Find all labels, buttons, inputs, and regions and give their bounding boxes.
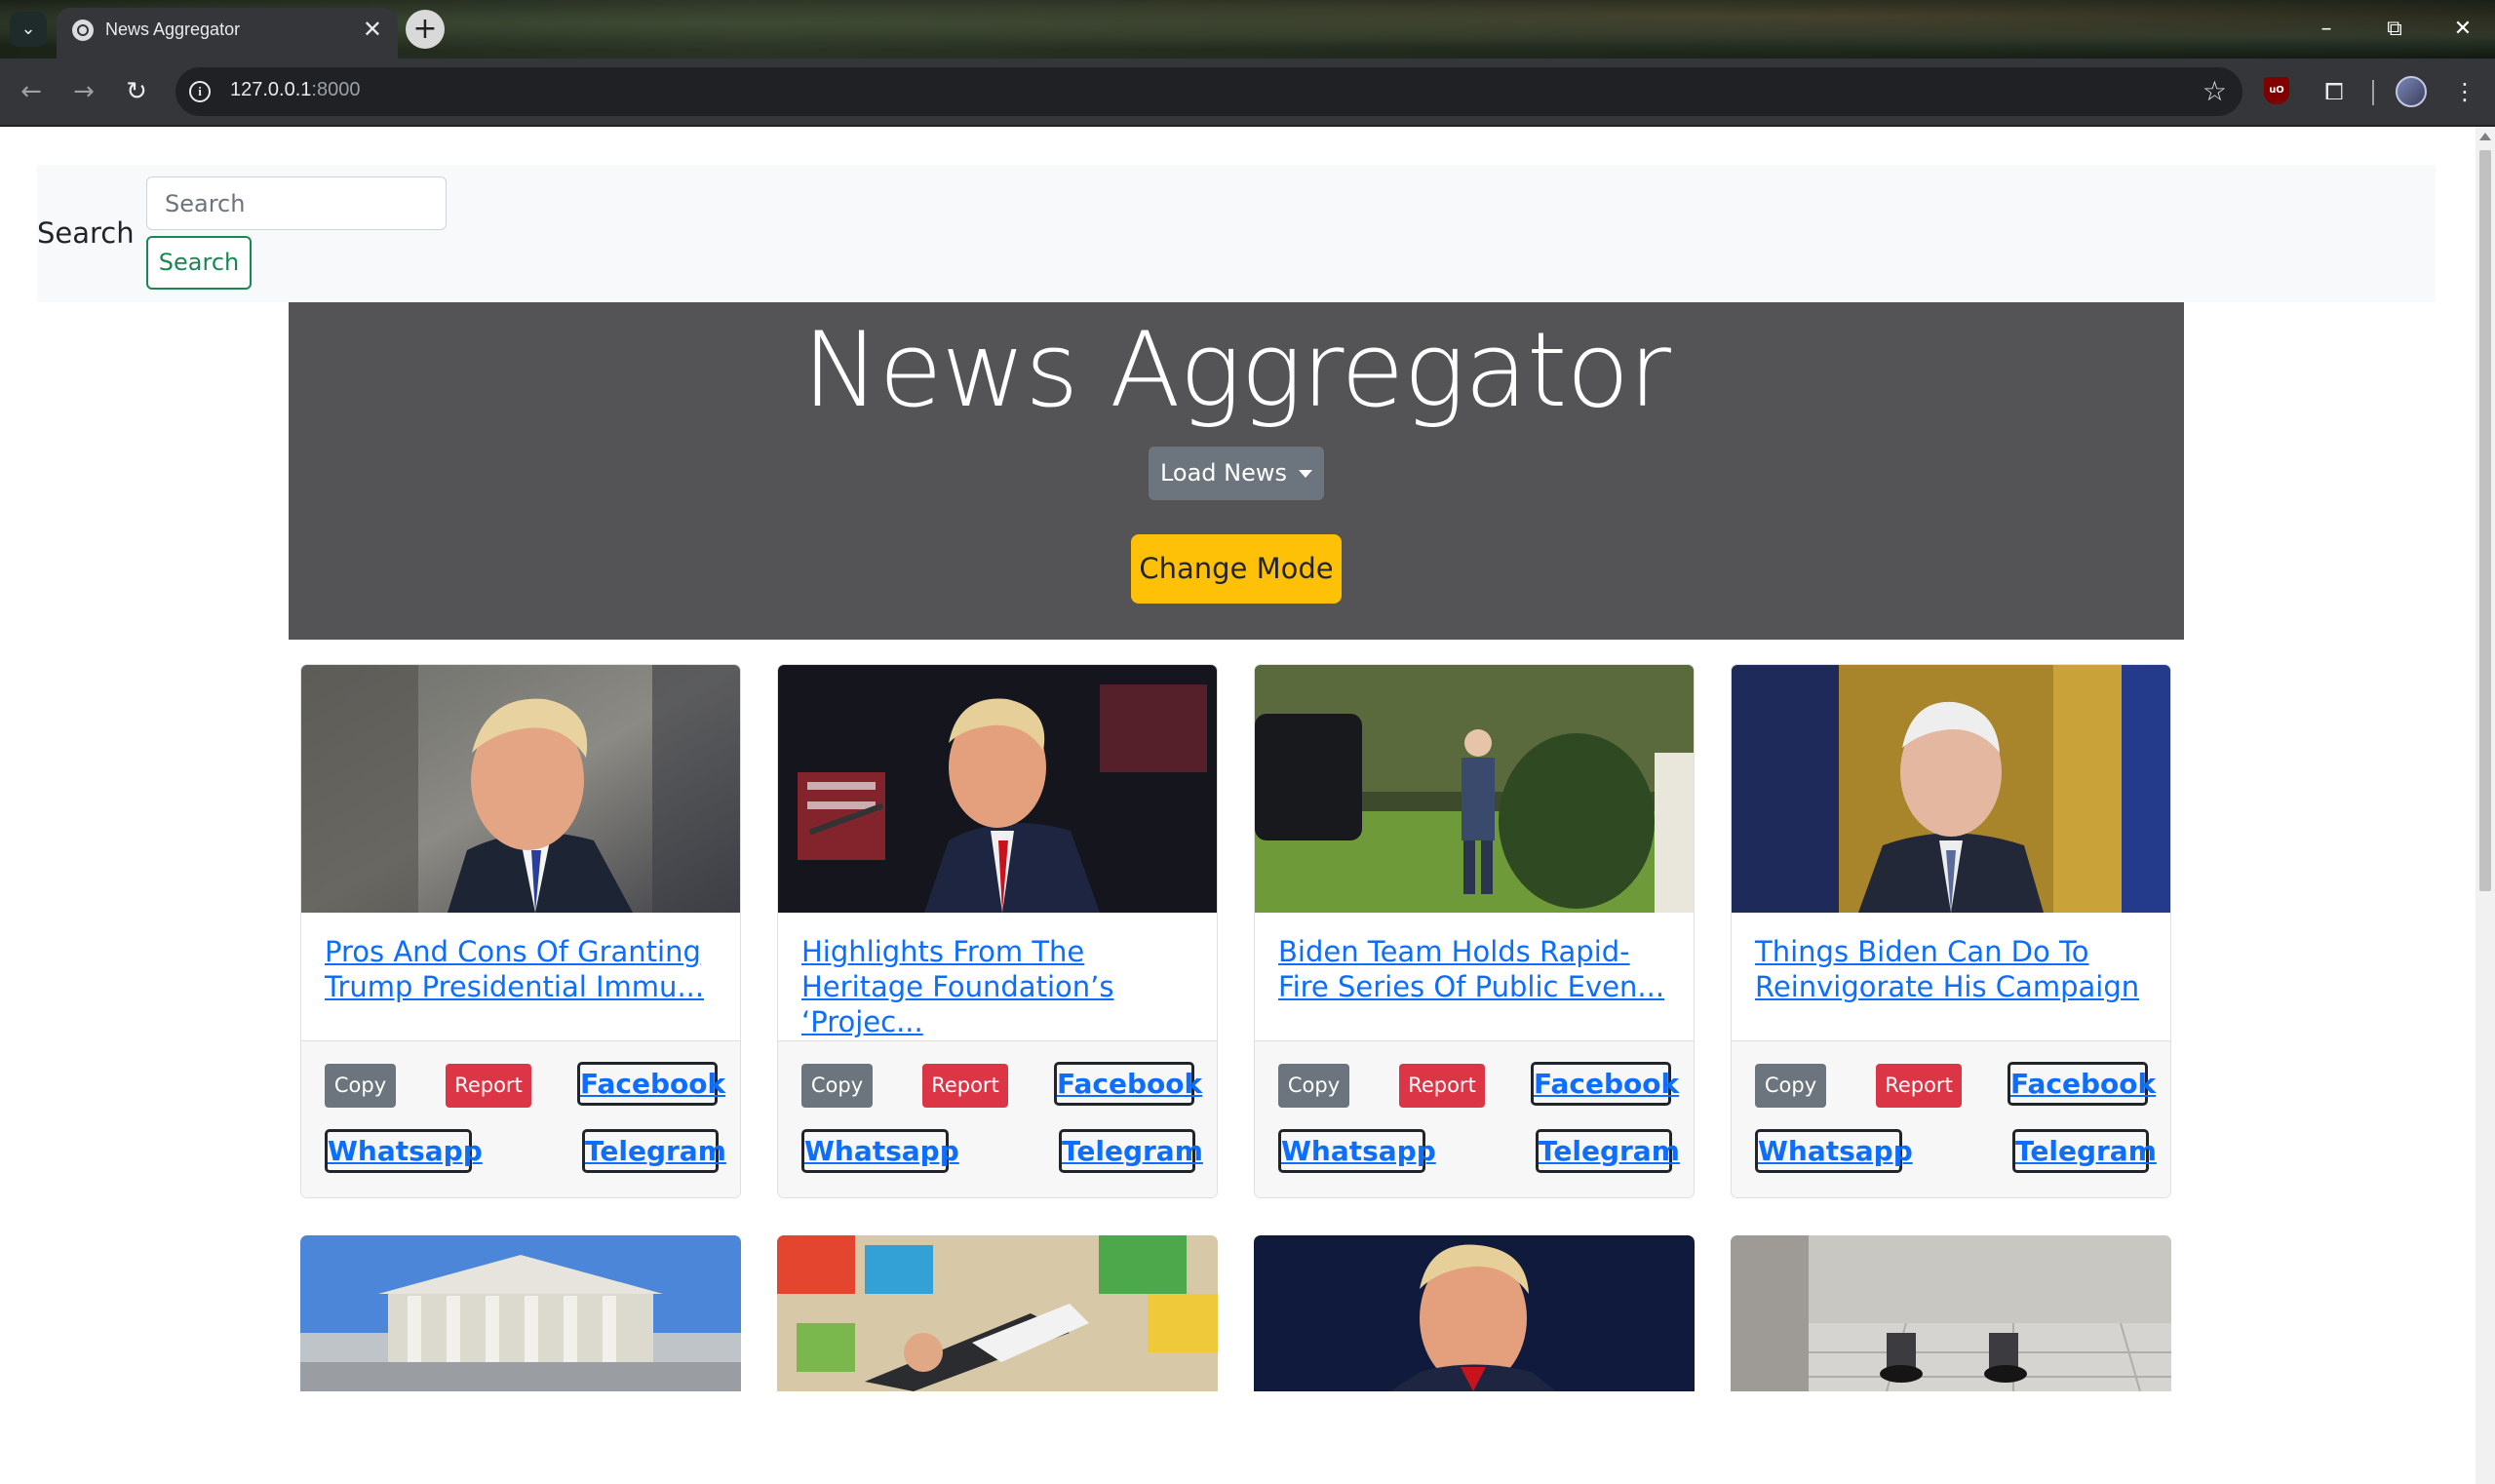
chevron-down-icon: [1299, 470, 1313, 478]
close-icon[interactable]: ✕: [363, 16, 382, 43]
profile-avatar[interactable]: [2396, 76, 2427, 107]
facebook-share-button[interactable]: Facebook: [1531, 1062, 1679, 1106]
telegram-share-button[interactable]: Telegram: [2012, 1129, 2157, 1173]
toolbar-separator: [2372, 80, 2374, 105]
forward-icon[interactable]: →: [64, 72, 103, 111]
change-mode-button[interactable]: Change Mode: [1131, 534, 1342, 604]
reload-icon[interactable]: ↻: [117, 72, 156, 111]
tab-list-icon[interactable]: ⌄: [10, 12, 47, 47]
hero-banner: News Aggregator Load News Change Mode: [289, 302, 2184, 640]
address-bar[interactable]: i 127.0.0.1:8000 ☆: [175, 67, 2242, 116]
news-image[interactable]: [1732, 665, 2170, 913]
copy-button[interactable]: Copy: [1755, 1064, 1826, 1108]
report-button[interactable]: Report: [446, 1064, 531, 1108]
scrollbar-thumb[interactable]: [2479, 150, 2491, 891]
facebook-share-button[interactable]: Facebook: [1054, 1062, 1202, 1106]
copy-button[interactable]: Copy: [801, 1064, 873, 1108]
card-footer: Copy Report Facebook Whatsapp Telegram: [1732, 1040, 2170, 1197]
article-title-link[interactable]: Highlights From The Heritage Foundation’…: [801, 934, 1201, 1039]
news-card: Biden Team Holds Rapid-Fire Series Of Pu…: [1254, 664, 1695, 1198]
page-scrollbar[interactable]: [2476, 127, 2495, 1484]
article-title-link[interactable]: Biden Team Holds Rapid-Fire Series Of Pu…: [1278, 934, 1678, 1004]
whatsapp-share-button[interactable]: Whatsapp: [1278, 1129, 1436, 1173]
bookmark-star-icon[interactable]: ☆: [2203, 75, 2227, 107]
telegram-share-button[interactable]: Telegram: [1536, 1129, 1680, 1173]
news-image[interactable]: [1255, 665, 1694, 913]
news-image[interactable]: [1254, 1235, 1695, 1391]
news-card: Pros And Cons Of Granting Trump Presiden…: [300, 664, 741, 1198]
report-button[interactable]: Report: [922, 1064, 1008, 1108]
search-navbar: Search Search: [37, 165, 2436, 302]
copy-button[interactable]: Copy: [1278, 1064, 1349, 1108]
url-text: 127.0.0.1:8000: [230, 79, 361, 100]
browser-toolbar: ← → ↻ i 127.0.0.1:8000 ☆ ⧠ ⋮: [0, 59, 2495, 125]
browser-tab[interactable]: News Aggregator ✕: [57, 8, 398, 59]
article-title-link[interactable]: Things Biden Can Do To Reinvigorate His …: [1755, 934, 2155, 1004]
news-image[interactable]: [778, 665, 1217, 913]
news-card: [1731, 1235, 2171, 1391]
report-button[interactable]: Report: [1399, 1064, 1485, 1108]
page-viewport: Search Search News Aggregator Load News …: [0, 127, 2476, 1484]
tab-title: News Aggregator: [105, 20, 241, 39]
scroll-up-icon[interactable]: [2479, 133, 2491, 140]
restore-icon[interactable]: ⧉: [2367, 10, 2422, 49]
article-title-link[interactable]: Pros And Cons Of Granting Trump Presiden…: [325, 934, 724, 1004]
news-card: [300, 1235, 741, 1391]
globe-icon: [72, 20, 94, 41]
news-card: Things Biden Can Do To Reinvigorate His …: [1731, 664, 2171, 1198]
facebook-share-button[interactable]: Facebook: [577, 1062, 725, 1106]
news-card: Highlights From The Heritage Foundation’…: [777, 664, 1218, 1198]
page-title: News Aggregator: [802, 310, 1671, 430]
telegram-share-button[interactable]: Telegram: [582, 1129, 726, 1173]
report-button[interactable]: Report: [1876, 1064, 1962, 1108]
copy-button[interactable]: Copy: [325, 1064, 396, 1108]
news-card: [777, 1235, 1218, 1391]
back-icon[interactable]: ←: [12, 72, 51, 111]
search-label: Search: [37, 216, 135, 250]
news-image[interactable]: [777, 1235, 1218, 1391]
telegram-share-button[interactable]: Telegram: [1059, 1129, 1203, 1173]
news-card: [1254, 1235, 1695, 1391]
facebook-share-button[interactable]: Facebook: [2008, 1062, 2156, 1106]
load-news-label: Load News: [1159, 459, 1288, 487]
load-news-dropdown[interactable]: Load News: [1149, 447, 1324, 500]
whatsapp-share-button[interactable]: Whatsapp: [325, 1129, 483, 1173]
info-icon[interactable]: i: [189, 81, 211, 102]
card-footer: Copy Report Facebook Whatsapp Telegram: [1255, 1040, 1694, 1197]
extensions-icon[interactable]: ⧠: [2317, 74, 2352, 109]
card-footer: Copy Report Facebook Whatsapp Telegram: [778, 1040, 1217, 1197]
minimize-icon[interactable]: –: [2299, 10, 2354, 49]
whatsapp-share-button[interactable]: Whatsapp: [801, 1129, 959, 1173]
news-image[interactable]: [301, 665, 740, 913]
browser-tab-strip: ⌄ News Aggregator ✕ + – ⧉ ✕: [0, 0, 2495, 59]
new-tab-icon[interactable]: +: [406, 10, 445, 49]
search-button[interactable]: Search: [146, 236, 252, 290]
search-input[interactable]: [146, 176, 447, 230]
window-close-icon[interactable]: ✕: [2436, 10, 2490, 49]
news-image[interactable]: [1731, 1235, 2171, 1391]
more-menu-icon[interactable]: ⋮: [2447, 74, 2482, 109]
news-image[interactable]: [300, 1235, 741, 1391]
card-footer: Copy Report Facebook Whatsapp Telegram: [301, 1040, 740, 1197]
ublock-icon[interactable]: uO: [2264, 77, 2289, 104]
whatsapp-share-button[interactable]: Whatsapp: [1755, 1129, 1913, 1173]
